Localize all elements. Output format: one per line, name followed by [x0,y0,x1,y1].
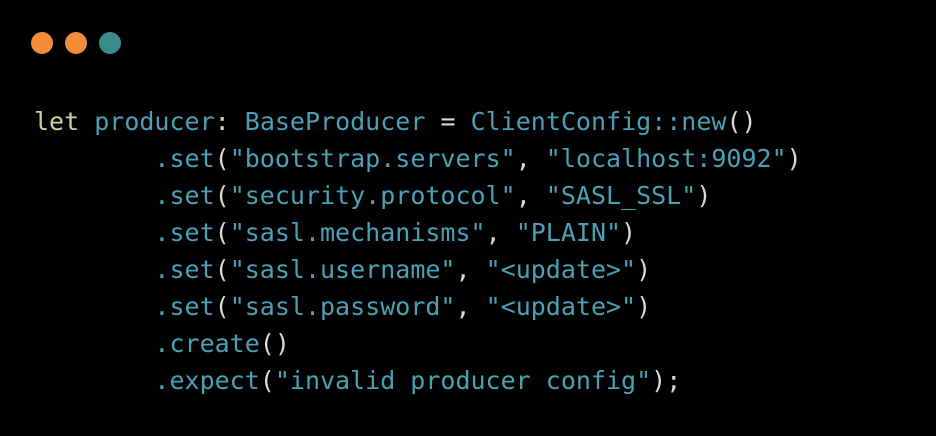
code-line-5: .set("sasl.username", "<update>") [154,255,652,284]
keyword-let: let [34,107,80,136]
set-method: .set [154,144,215,173]
expect-method: .expect [154,366,260,395]
code-line-7: .create() [34,325,802,362]
statement-end: ); [651,366,682,395]
config-value: "SASL_SSL" [545,181,697,210]
window-dot-2-icon [65,32,87,54]
constructor-call: ClientConfig::new [470,107,727,136]
config-value: "<update>" [485,255,637,284]
code-line-1: let producer: BaseProducer = ClientConfi… [34,103,802,140]
config-key: "sasl.mechanisms" [229,218,486,247]
window-dot-1-icon [31,32,53,54]
code-line-6: .set("sasl.password", "<update>") [154,292,652,321]
type-name: BaseProducer [244,107,426,136]
set-method: .set [154,292,215,321]
expect-message: "invalid producer config" [274,366,652,395]
code-line-2: .set("bootstrap.servers", "localhost:909… [154,144,802,173]
code-line-8: .expect("invalid producer config"); [154,366,682,395]
set-method: .set [154,255,215,284]
code-line-4: .set("sasl.mechanisms", "PLAIN") [154,218,637,247]
config-value: "PLAIN" [515,218,622,247]
config-key: "bootstrap.servers" [229,144,516,173]
type-colon: : [214,107,230,136]
window-dot-3-icon [99,32,121,54]
config-value: "<update>" [485,292,637,321]
set-method: .set [154,218,215,247]
window-controls [31,32,121,54]
create-parens: () [259,329,290,358]
config-key: "security.protocol" [229,181,516,210]
set-method: .set [154,181,215,210]
code-block: let producer: BaseProducer = ClientConfi… [34,103,802,399]
create-method: .create [154,329,260,358]
config-key: "sasl.username" [229,255,456,284]
assign-operator: = [440,107,456,136]
config-key: "sasl.password" [229,292,456,321]
config-value: "localhost:9092" [545,144,787,173]
code-snippet-window: let producer: BaseProducer = ClientConfi… [0,0,936,436]
constructor-parens: () [726,107,757,136]
code-line-3: .set("security.protocol", "SASL_SSL") [154,181,712,210]
variable-name: producer [94,107,215,136]
